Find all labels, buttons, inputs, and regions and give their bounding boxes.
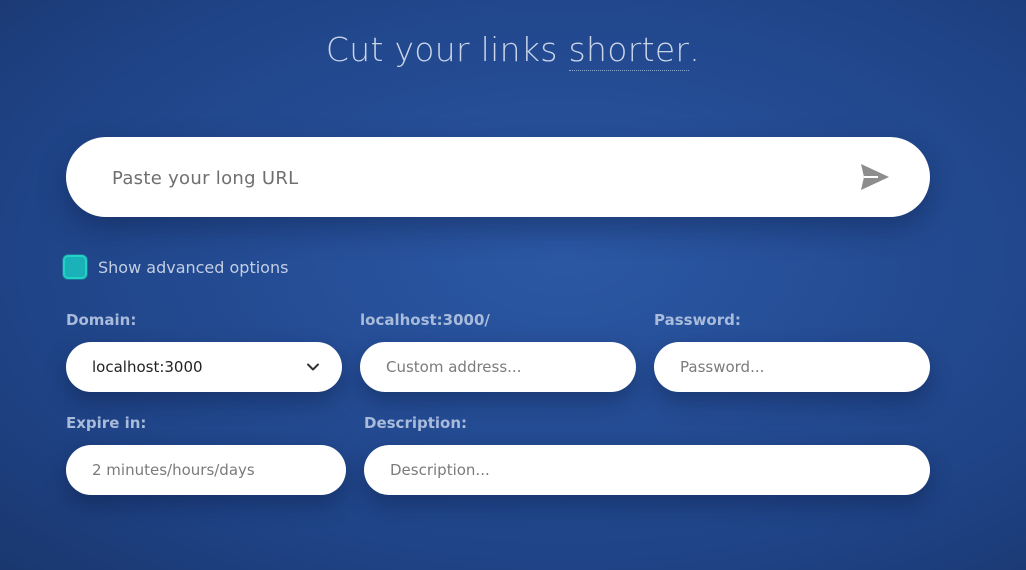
expire-input[interactable] bbox=[92, 445, 332, 495]
password-field bbox=[654, 342, 930, 392]
password-input[interactable] bbox=[680, 342, 910, 392]
advanced-options-label[interactable]: Show advanced options bbox=[98, 258, 288, 277]
custom-address-field bbox=[360, 342, 636, 392]
custom-address-input[interactable] bbox=[386, 342, 616, 392]
chevron-down-icon bbox=[307, 363, 319, 371]
domain-selected-value: localhost:3000 bbox=[92, 358, 203, 376]
description-field bbox=[364, 445, 930, 495]
description-label: Description: bbox=[364, 414, 468, 432]
headline-prefix: Cut your links bbox=[325, 30, 569, 69]
page-headline: Cut your links shorter. bbox=[0, 30, 1026, 72]
advanced-options-checkbox[interactable] bbox=[63, 255, 87, 279]
expire-label: Expire in: bbox=[66, 414, 147, 432]
password-label: Password: bbox=[654, 311, 741, 329]
custom-address-label: localhost:3000/ bbox=[360, 311, 490, 329]
long-url-input[interactable] bbox=[110, 157, 834, 199]
url-input-container bbox=[66, 137, 930, 217]
send-icon[interactable] bbox=[860, 163, 890, 191]
expire-field bbox=[66, 445, 346, 495]
domain-label: Domain: bbox=[66, 311, 137, 329]
advanced-options-toggle[interactable]: Show advanced options bbox=[63, 254, 288, 280]
domain-select[interactable]: localhost:3000 bbox=[66, 342, 342, 392]
description-input[interactable] bbox=[390, 445, 910, 495]
headline-suffix: . bbox=[689, 30, 701, 69]
headline-accent: shorter bbox=[568, 31, 690, 72]
